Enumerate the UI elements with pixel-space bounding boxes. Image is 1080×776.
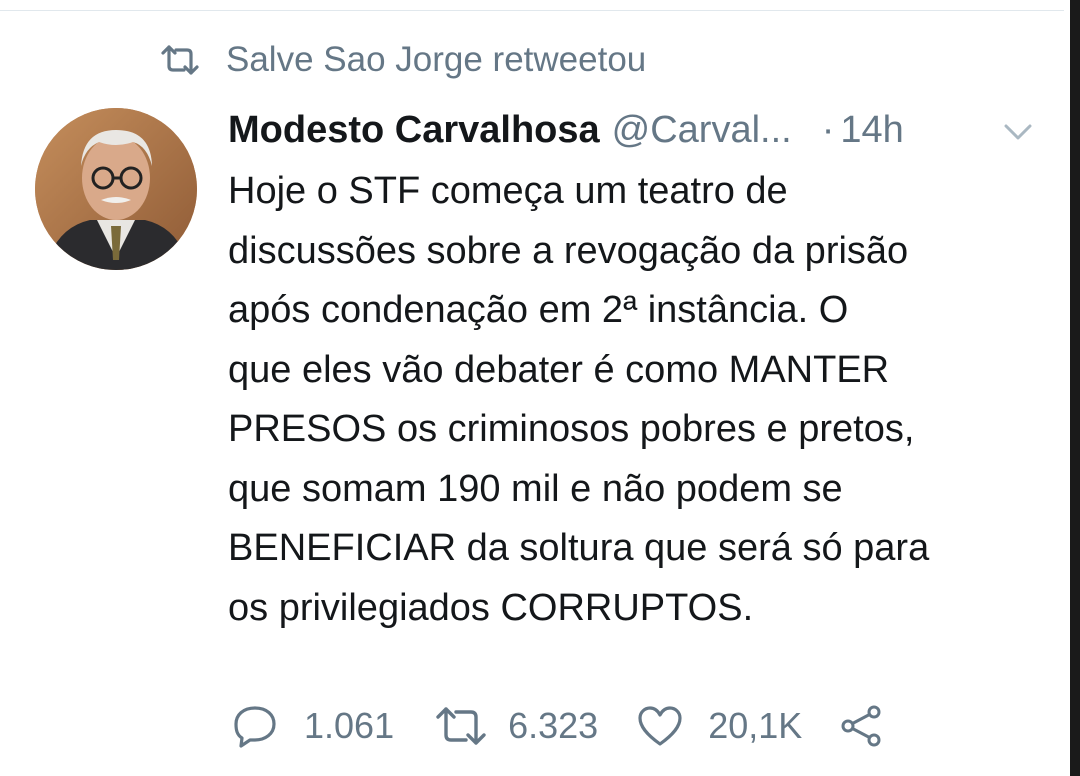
retweet-icon (160, 44, 200, 76)
retweet-count: 6.323 (508, 705, 599, 746)
reply-button[interactable]: 1.061 (232, 704, 394, 748)
tweet-text-line: PRESOS os criminosos pobres e pretos, (228, 408, 915, 450)
tweet-text-line: discussões sobre a revogação da prisão (228, 229, 909, 272)
avatar[interactable] (35, 108, 197, 270)
tweet-text: Hoje o STF começa um teatro de discussõe… (228, 162, 1038, 638)
retweet-context-text: Salve Sao Jorge retweetou (226, 40, 647, 79)
retweet-context[interactable]: Salve Sao Jorge retweetou (160, 36, 646, 84)
tweet-actions: 1.061 6.323 20,1K (232, 700, 884, 752)
like-button[interactable]: 20,1K (598, 704, 802, 748)
author-display-name[interactable]: Modesto Carvalhosa (228, 109, 600, 152)
like-count: 20,1K (708, 705, 803, 746)
tweet-text-line: os privilegiados CORRUPTOS. (228, 586, 754, 629)
screen-edge (1070, 0, 1080, 776)
reply-count: 1.061 (304, 705, 395, 746)
tweet-text-line: que eles vão debater é como MANTER (228, 348, 890, 391)
reply-icon (232, 704, 278, 748)
divider (0, 10, 1064, 11)
heart-icon (636, 704, 684, 748)
tweet-text-line: Hoje o STF começa um teatro de (228, 170, 788, 212)
share-icon (838, 704, 884, 748)
chevron-down-icon[interactable] (1000, 116, 1036, 146)
tweet-header: Modesto Carvalhosa @Carval... · 14h (228, 104, 1048, 156)
tweet-text-line: BENEFICIAR da soltura que será só para (228, 527, 930, 569)
tweet-screen: Salve Sao Jorge retweetou Modesto Carval… (0, 0, 1080, 776)
tweet-text-line: após condenação em 2ª instância. O (228, 289, 849, 331)
tweet-text-line: que somam 190 mil e não podem se (228, 467, 843, 510)
retweet-icon (434, 705, 488, 747)
share-button[interactable] (802, 704, 884, 748)
author-handle[interactable]: @Carval... (612, 109, 792, 152)
tweet-timestamp[interactable]: 14h (840, 109, 903, 152)
separator-dot: · (821, 108, 835, 151)
retweet-button[interactable]: 6.323 (394, 705, 598, 747)
